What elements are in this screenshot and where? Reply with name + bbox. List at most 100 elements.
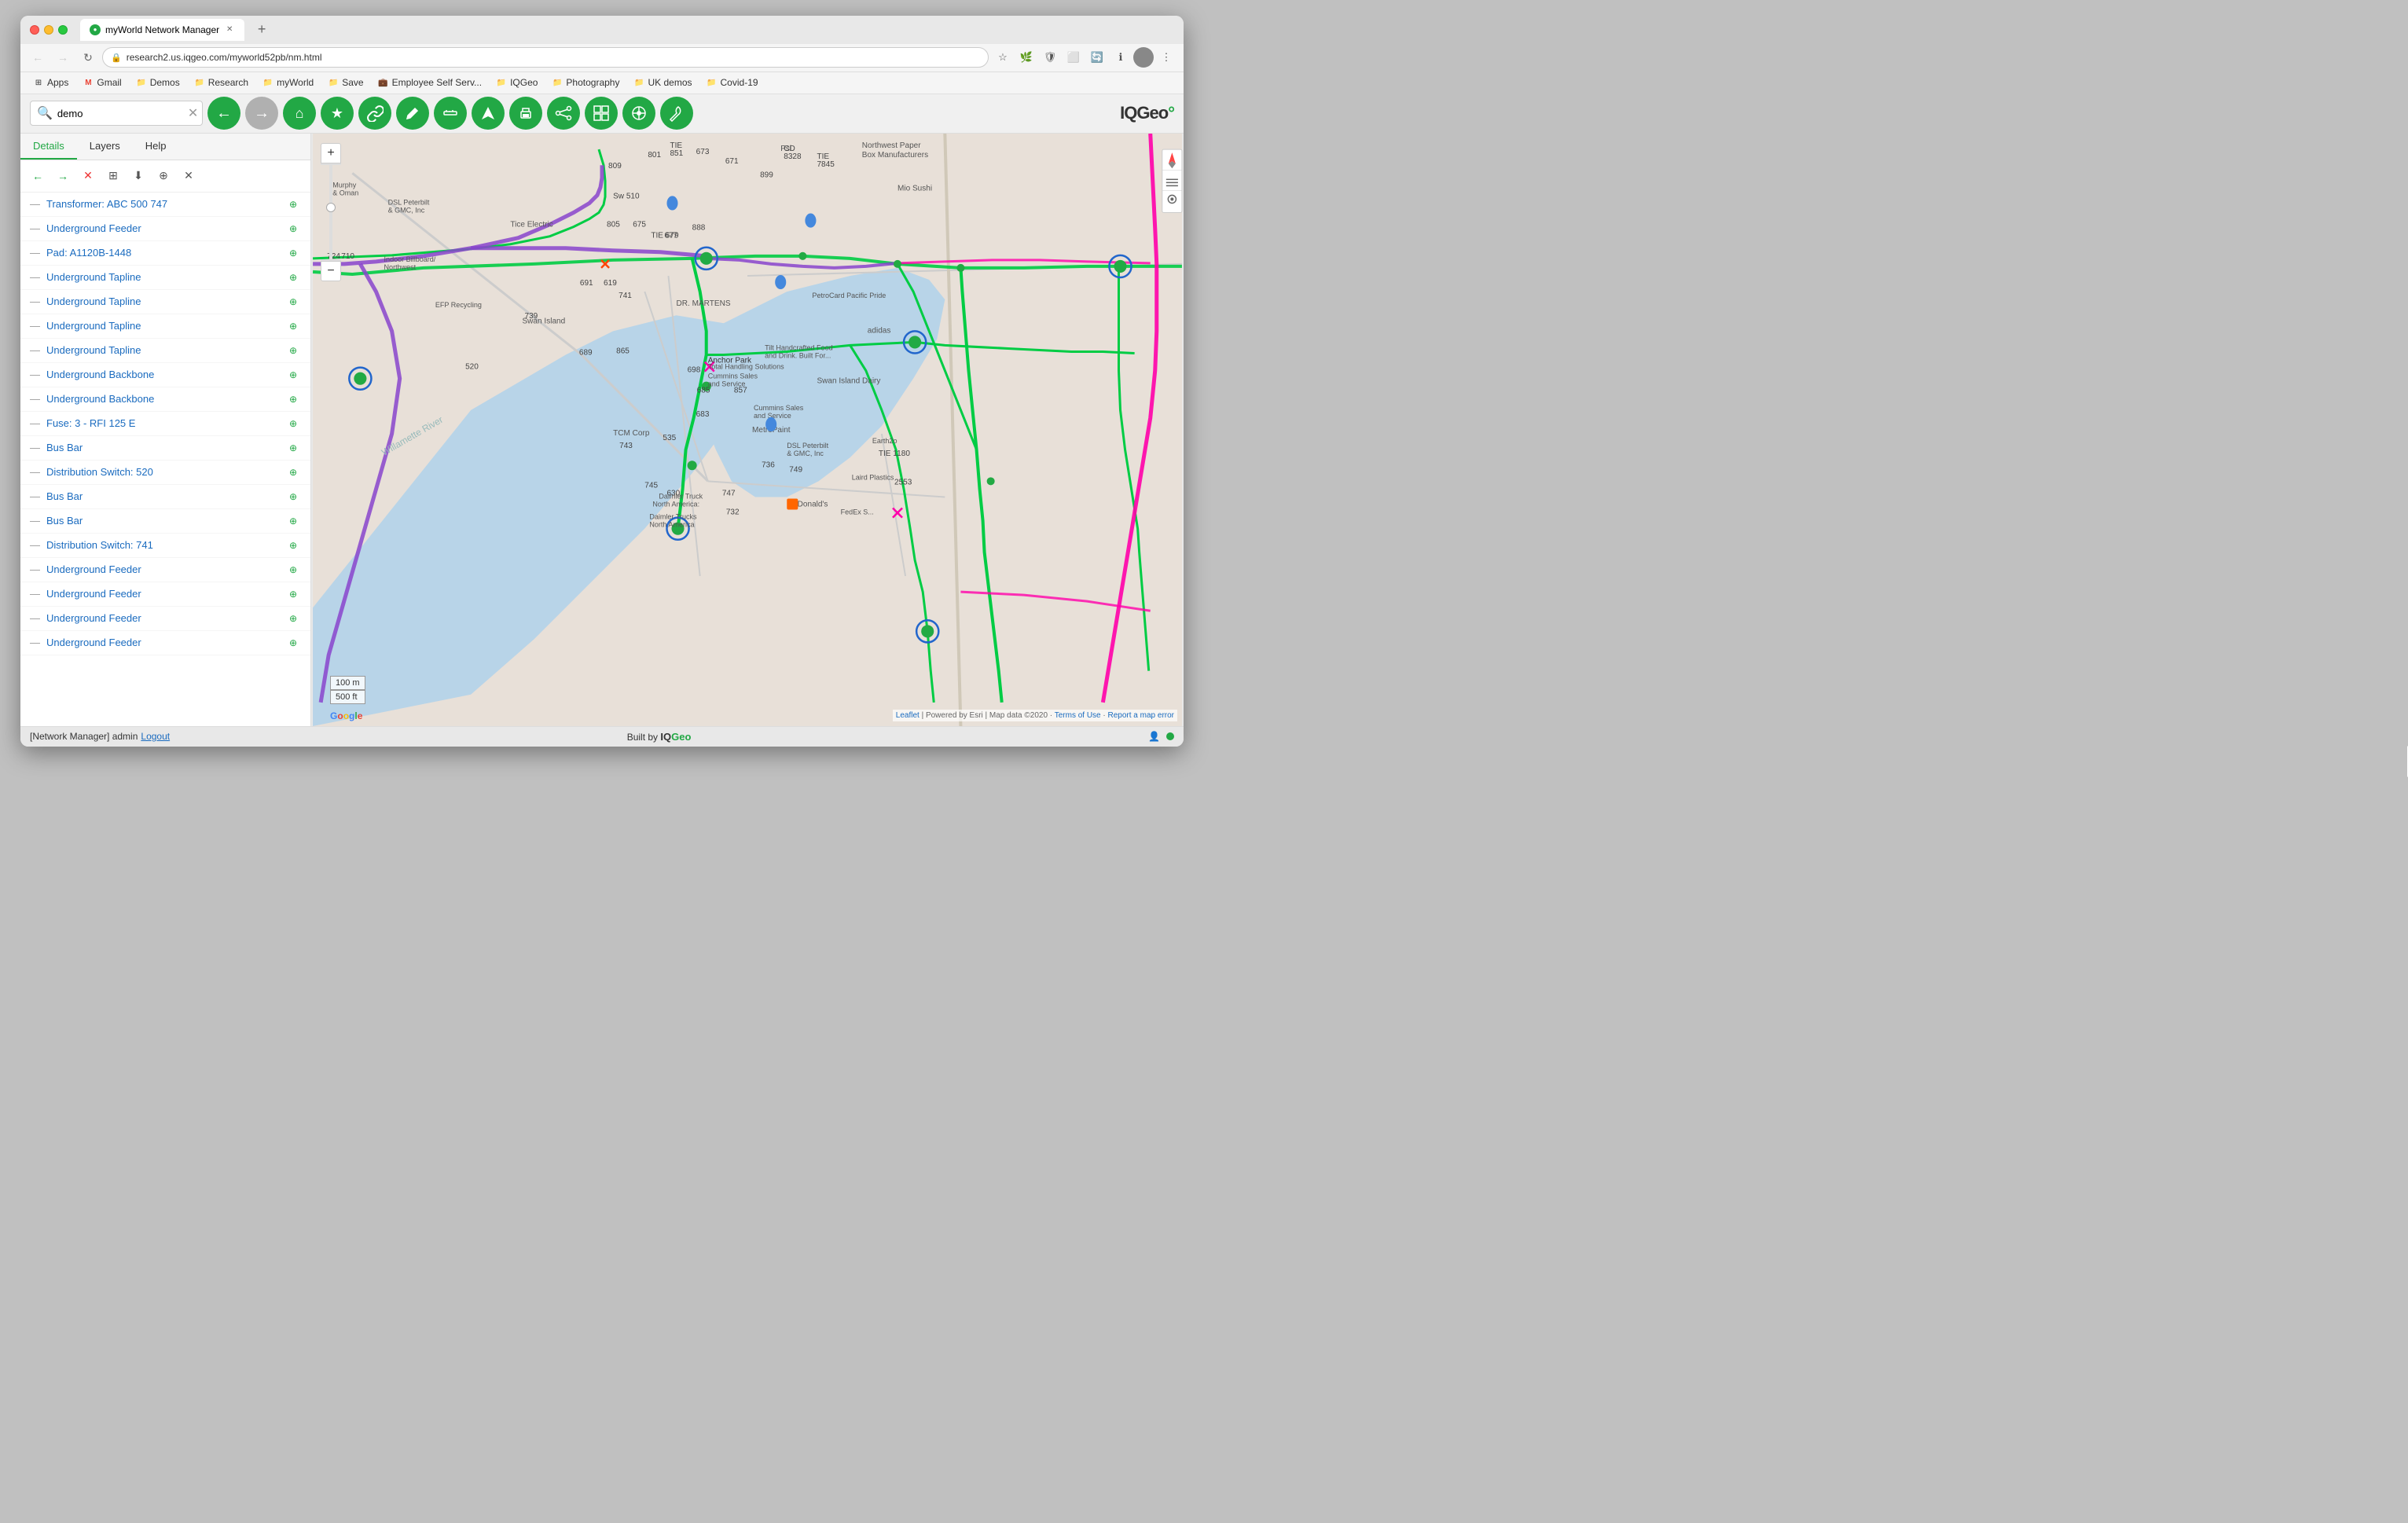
list-item[interactable]: — Bus Bar ⊕ [20,509,310,534]
new-tab-button[interactable]: + [251,19,273,41]
minimize-button[interactable] [44,25,53,35]
list-item[interactable]: — Underground Backbone ⊕ [20,387,310,412]
more-options-icon[interactable]: ⋮ [1155,46,1177,68]
zoom-in-button[interactable]: + [321,143,341,163]
list-zoom-icon[interactable]: ⊕ [285,367,301,383]
extension-icon-1[interactable]: 🌿 [1015,46,1037,68]
print-tool-button[interactable] [509,97,542,130]
bookmark-employee[interactable]: 💼 Employee Self Serv... [372,75,489,90]
list-item[interactable]: — Distribution Switch: 520 ⊕ [20,461,310,485]
select-tool-button[interactable] [585,97,618,130]
zoom-slider[interactable] [329,165,332,259]
list-zoom-icon[interactable]: ⊕ [285,196,301,212]
list-item[interactable]: — Underground Feeder ⊕ [20,217,310,241]
zoom-slider-handle[interactable] [326,203,336,212]
tab-close-button[interactable]: ✕ [224,24,235,35]
list-zoom-icon[interactable]: ⊕ [285,586,301,602]
list-item[interactable]: — Underground Feeder ⊕ [20,607,310,631]
zoom-out-button[interactable]: − [321,261,341,281]
back-nav-button[interactable]: ← [27,46,49,68]
network-tool-button[interactable] [622,97,655,130]
measure-tool-button[interactable] [434,97,467,130]
list-zoom-icon[interactable]: ⊕ [285,416,301,431]
refresh-nav-button[interactable]: ↻ [77,46,99,68]
back-tool-button[interactable]: ← [207,97,240,130]
logout-link[interactable]: Logout [141,731,170,742]
list-item[interactable]: — Underground Tapline ⊕ [20,314,310,339]
bookmark-ukdemos[interactable]: 📁 UK demos [627,75,698,90]
list-item[interactable]: — Underground Feeder ⊕ [20,582,310,607]
list-item[interactable]: — Underground Tapline ⊕ [20,266,310,290]
extension-icon-3[interactable]: ⬜ [1063,46,1085,68]
extension-icon-4[interactable]: 🔄 [1086,46,1108,68]
search-box[interactable]: 🔍 ✕ [30,101,203,126]
extension-icon-2[interactable]: 🛡 [1039,46,1061,68]
list-item[interactable]: — Pad: A1120B-1448 ⊕ [20,241,310,266]
bookmark-gmail[interactable]: M Gmail [76,75,127,90]
link-tool-button[interactable] [358,97,391,130]
extension-icon-5[interactable]: ℹ [1110,46,1132,68]
list-zoom-icon[interactable]: ⊕ [285,440,301,456]
panel-back-button[interactable]: ← [27,165,49,187]
bookmark-photography[interactable]: 📁 Photography [545,75,626,90]
bookmark-star-icon[interactable]: ☆ [992,46,1014,68]
home-tool-button[interactable]: ⌂ [283,97,316,130]
list-zoom-icon[interactable]: ⊕ [285,635,301,651]
list-zoom-icon[interactable]: ⊕ [285,489,301,505]
active-tab[interactable]: ● myWorld Network Manager ✕ [80,19,244,41]
list-zoom-icon[interactable]: ⊕ [285,513,301,529]
list-zoom-icon[interactable]: ⊕ [285,538,301,553]
panel-settings-button[interactable]: ✕ [178,165,200,187]
list-zoom-icon[interactable]: ⊕ [285,294,301,310]
panel-forward-button[interactable]: → [52,165,74,187]
user-avatar[interactable] [1133,47,1154,68]
report-link[interactable]: Report a map error [1108,711,1174,720]
tools-button[interactable] [660,97,693,130]
list-zoom-icon[interactable]: ⊕ [285,343,301,358]
list-item[interactable]: — Underground Feeder ⊕ [20,631,310,655]
search-input[interactable] [57,108,183,119]
list-zoom-icon[interactable]: ⊕ [285,562,301,578]
list-item[interactable]: — Transformer: ABC 500 747 ⊕ [20,193,310,217]
list-zoom-icon[interactable]: ⊕ [285,391,301,407]
tab-details[interactable]: Details [20,134,77,160]
list-item[interactable]: — Bus Bar ⊕ [20,436,310,461]
bookmark-apps[interactable]: ⊞ Apps [27,75,75,90]
bookmark-save[interactable]: 📁 Save [321,75,369,90]
forward-nav-button[interactable]: → [52,46,74,68]
bookmark-myworld[interactable]: 📁 myWorld [256,75,320,90]
list-zoom-icon[interactable]: ⊕ [285,318,301,334]
bookmarks-tool-button[interactable]: ★ [321,97,354,130]
tab-layers[interactable]: Layers [77,134,133,160]
navigate-tool-button[interactable] [472,97,505,130]
list-zoom-icon[interactable]: ⊕ [285,611,301,626]
list-item[interactable]: — Underground Tapline ⊕ [20,339,310,363]
list-zoom-icon[interactable]: ⊕ [285,464,301,480]
list-item[interactable]: — Underground Feeder ⊕ [20,558,310,582]
list-item[interactable]: — Underground Backbone ⊕ [20,363,310,387]
panel-grid-button[interactable]: ⊞ [102,165,124,187]
edit-tool-button[interactable] [396,97,429,130]
close-button[interactable] [30,25,39,35]
address-bar[interactable]: 🔒 research2.us.iqgeo.com/myworld52pb/nm.… [102,47,989,68]
panel-close-button[interactable]: ✕ [77,165,99,187]
search-clear-icon[interactable]: ✕ [188,105,198,121]
list-item[interactable]: — Underground Tapline ⊕ [20,290,310,314]
terms-link[interactable]: Terms of Use [1055,711,1101,720]
bookmark-iqgeo[interactable]: 📁 IQGeo [490,75,544,90]
leaflet-link[interactable]: Leaflet [896,711,920,720]
list-item[interactable]: — Distribution Switch: 741 ⊕ [20,534,310,558]
panel-zoom-button[interactable]: ⊕ [152,165,174,187]
list-zoom-icon[interactable]: ⊕ [285,270,301,285]
map-area[interactable]: Northwest Paper Box Manufacturers Murphy… [311,134,1184,726]
list-item[interactable]: — Fuse: 3 - RFI 125 E ⊕ [20,412,310,436]
bookmark-research[interactable]: 📁 Research [188,75,255,90]
share-tool-button[interactable] [547,97,580,130]
bookmark-covid[interactable]: 📁 Covid-19 [700,75,765,90]
list-zoom-icon[interactable]: ⊕ [285,221,301,237]
forward-tool-button[interactable]: → [245,97,278,130]
list-zoom-icon[interactable]: ⊕ [285,245,301,261]
bookmark-demos[interactable]: 📁 Demos [130,75,186,90]
panel-download-button[interactable]: ⬇ [127,165,149,187]
tab-help[interactable]: Help [133,134,179,160]
